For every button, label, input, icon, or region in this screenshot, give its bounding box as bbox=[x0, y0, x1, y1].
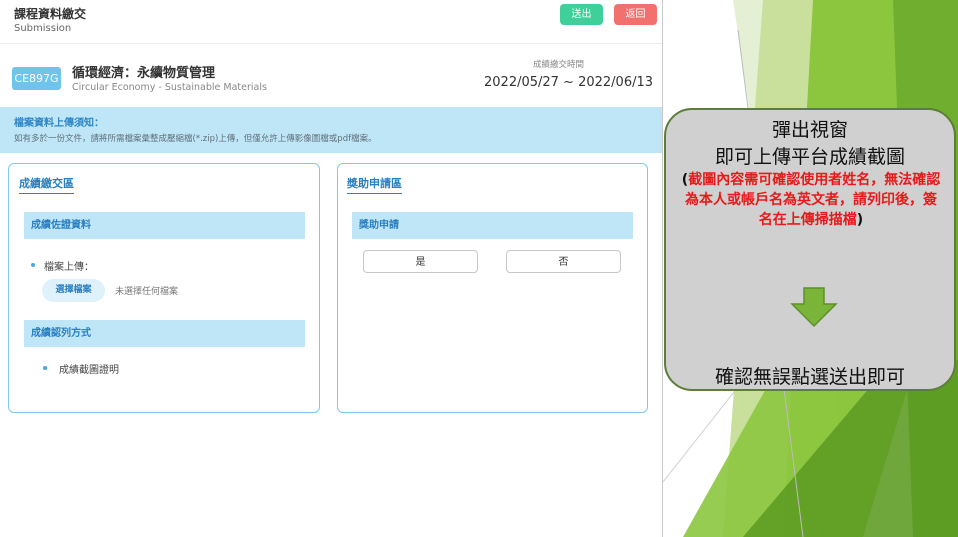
top-bar: 課程資料繳交 Submission 送出 返回 bbox=[0, 0, 662, 44]
method-section-header: 成績認列方式 bbox=[24, 320, 305, 347]
instruction-callout: 彈出視窗 即可上傳平台成績截圖 (截圖內容需可確認使用者姓名，無法確認為本人或帳… bbox=[664, 108, 956, 391]
bullet-dot bbox=[43, 366, 47, 370]
file-upload-label: 檔案上傳： bbox=[44, 262, 94, 273]
course-name-english: Circular Economy - Sustainable Materials bbox=[72, 82, 267, 93]
submission-period-label: 成績繳交時間 bbox=[533, 60, 585, 70]
no-file-selected-text: 未選擇任何檔案 bbox=[115, 287, 179, 297]
page-title: 課程資料繳交 bbox=[14, 7, 87, 21]
submission-period-value: 2022/05/27 ~ 2022/06/13 bbox=[484, 75, 654, 90]
callout-line-upload: 即可上傳平台成績截圖 bbox=[714, 146, 905, 168]
page-subtitle: Submission bbox=[14, 23, 72, 34]
method-item: 成績截圖證明 bbox=[59, 365, 119, 376]
submission-window: 課程資料繳交 Submission 送出 返回 CE897G 循環經濟：永續物質… bbox=[0, 0, 663, 537]
callout-warning-text: 截圖內容需可確認使用者姓名，無法確認為本人或帳戶名為英文者，請列印後，簽名在上傳… bbox=[685, 172, 941, 228]
course-code-badge: CE897G bbox=[12, 67, 61, 90]
bullet-dot bbox=[31, 263, 35, 267]
evidence-section-header: 成績佐證資料 bbox=[24, 212, 305, 239]
submit-button[interactable]: 送出 bbox=[560, 4, 603, 25]
callout-line-confirm: 確認無誤點選送出即可 bbox=[714, 366, 905, 388]
callout-paren-close: ) bbox=[856, 212, 864, 228]
grade-submission-panel: 成績繳交區 成績佐證資料 檔案上傳： 選擇檔案 未選擇任何檔案 成績認列方式 成… bbox=[8, 163, 320, 413]
scholarship-section-header: 獎助申請 bbox=[352, 212, 633, 239]
back-button[interactable]: 返回 bbox=[614, 4, 657, 25]
scholarship-yes-button[interactable]: 是 bbox=[363, 250, 478, 273]
scholarship-no-button[interactable]: 否 bbox=[506, 250, 621, 273]
scholarship-panel-title: 獎助申請區 bbox=[347, 175, 402, 194]
callout-line-popup: 彈出視窗 bbox=[771, 119, 848, 141]
course-name: 循環經濟：永續物質管理 bbox=[72, 66, 216, 81]
choose-file-button[interactable]: 選擇檔案 bbox=[42, 279, 105, 302]
upload-notice-title: 檔案資料上傳須知： bbox=[14, 118, 104, 129]
down-arrow-icon bbox=[790, 287, 838, 328]
grade-panel-title: 成績繳交區 bbox=[19, 175, 74, 194]
callout-warning: (截圖內容需可確認使用者姓名，無法確認為本人或帳戶名為英文者，請列印後，簽名在上… bbox=[680, 170, 942, 230]
upload-notice-text: 如有多於一份文件，請將所需檔案彙整成壓縮檔(*.zip)上傳，但僅允許上傳影像圖… bbox=[14, 134, 377, 144]
scholarship-panel: 獎助申請區 獎助申請 是 否 bbox=[337, 163, 648, 413]
upload-notice: 檔案資料上傳須知： 如有多於一份文件，請將所需檔案彙整成壓縮檔(*.zip)上傳… bbox=[0, 107, 662, 153]
